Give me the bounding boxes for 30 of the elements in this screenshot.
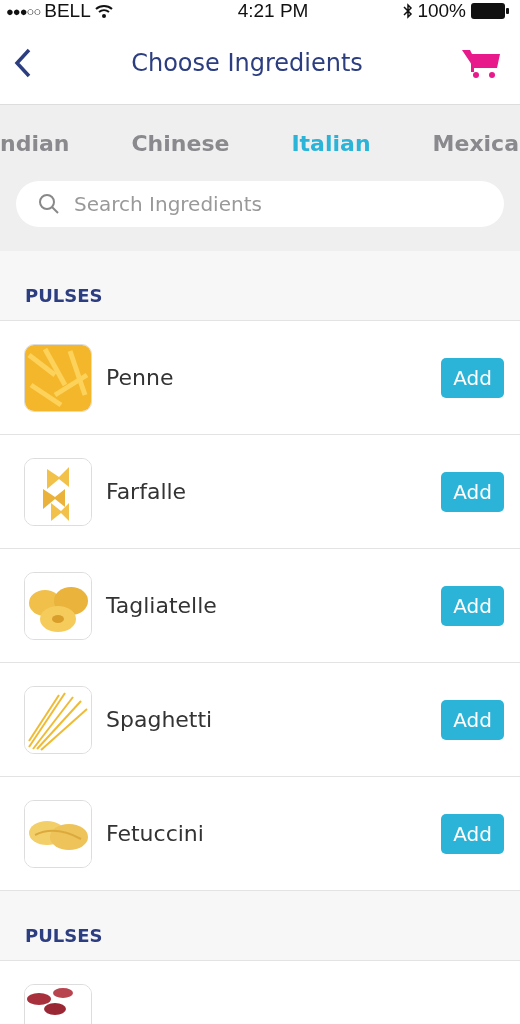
cuisine-tab[interactable]: ndian <box>0 130 70 156</box>
add-button[interactable]: Add <box>441 699 504 740</box>
battery-icon <box>470 2 510 20</box>
add-button[interactable]: Add <box>441 585 504 626</box>
ingredient-name: Fetuccini <box>106 821 205 846</box>
cuisine-tab[interactable]: Italian <box>291 130 371 156</box>
ingredient-name: Farfalle <box>106 479 188 504</box>
search-field[interactable]: Search Ingredients <box>16 181 504 227</box>
back-icon <box>14 48 32 78</box>
add-button[interactable]: Add <box>441 813 504 854</box>
search-icon <box>38 193 60 215</box>
ingredient-name: Spaghetti <box>106 707 214 732</box>
nav-title: Choose Ingredients <box>131 49 363 77</box>
section-title: PULSES <box>25 924 103 946</box>
carrier-name: BELL <box>44 0 91 22</box>
add-button[interactable]: Add <box>441 357 504 398</box>
wifi-icon <box>94 4 113 18</box>
status-time: 4:21 PM <box>237 0 309 22</box>
ingredient-name: Tagliatelle <box>106 593 218 618</box>
battery-percent: 100% <box>417 0 466 22</box>
add-button[interactable]: Add <box>441 471 504 512</box>
cuisine-tab[interactable]: Mexica <box>432 130 519 156</box>
signal-strength: ●●●○○ <box>6 3 41 19</box>
back-button[interactable] <box>14 48 32 78</box>
bluetooth-icon <box>403 3 414 19</box>
cuisine-tab[interactable]: Chinese <box>131 130 230 156</box>
cart-button[interactable] <box>462 47 502 79</box>
ingredient-name: Penne <box>106 365 175 390</box>
cart-icon <box>462 47 502 79</box>
section-title: PULSES <box>25 284 103 306</box>
